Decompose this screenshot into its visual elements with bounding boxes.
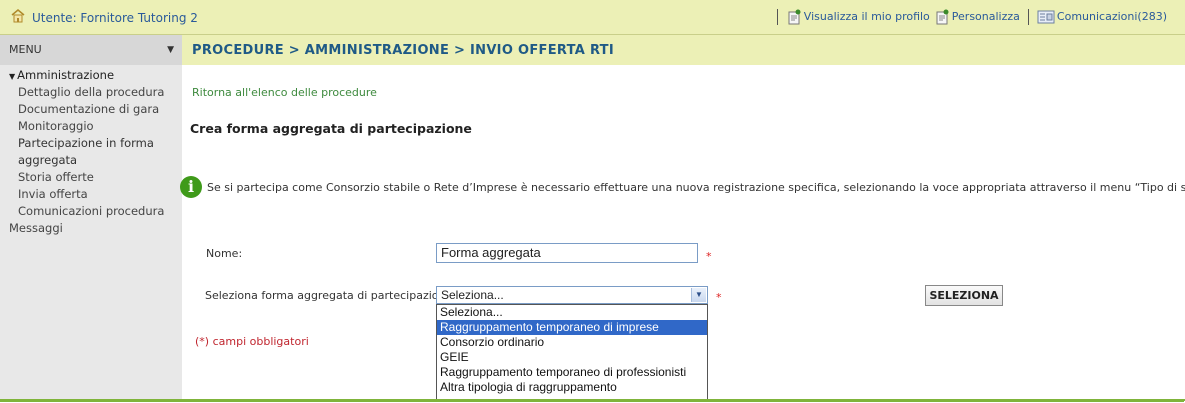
sidebar-item-messaggi[interactable]: Messaggi — [0, 220, 182, 237]
breadcrumb: PROCEDURE > AMMINISTRAZIONE > INVIO OFFE… — [192, 43, 614, 58]
sidebar-section-label: Amministrazione — [17, 68, 115, 82]
divider — [1027, 9, 1029, 25]
name-input[interactable]: Forma aggregata — [436, 243, 698, 263]
breadcrumb-bar: PROCEDURE > AMMINISTRAZIONE > INVIO OFFE… — [182, 35, 1185, 65]
sidebar-menu: ▼ Amministrazione Dettaglio della procedu… — [0, 65, 182, 237]
select-label: Seleziona forma aggregata di partecipazi… — [205, 289, 456, 302]
select-button[interactable]: SELEZIONA — [925, 285, 1003, 306]
top-bar: Utente: Fornitore Tutoring 2 Visualizza … — [0, 0, 1185, 35]
messages-link[interactable]: Comunicazioni(283) — [1037, 9, 1167, 25]
profile-link-label: Visualizza il mio profilo — [803, 10, 930, 23]
page-title: Crea forma aggregata di partecipazione — [190, 121, 472, 136]
menu-header[interactable]: MENU ▼ — [0, 35, 182, 65]
user-label: Utente: Fornitore Tutoring 2 — [32, 11, 198, 25]
customize-icon — [936, 9, 949, 25]
customize-link[interactable]: Personalizza — [934, 9, 1020, 25]
divider — [776, 9, 778, 25]
sidebar-item-monitoraggio[interactable]: Monitoraggio — [0, 118, 182, 135]
info-icon: i — [180, 176, 202, 198]
aggregate-form-dropdown[interactable]: Seleziona... Raggruppamento temporaneo d… — [436, 304, 708, 401]
bottom-border — [0, 399, 1185, 401]
dropdown-option[interactable]: Seleziona... — [437, 305, 707, 320]
mail-icon — [1037, 10, 1055, 24]
sidebar: MENU ▼ ▼ Amministrazione Dettaglio della … — [0, 35, 182, 401]
profile-link[interactable]: Visualizza il mio profilo — [786, 9, 930, 25]
messages-link-label: Comunicazioni(283) — [1056, 10, 1167, 23]
dropdown-option-highlighted[interactable]: Raggruppamento temporaneo di imprese — [437, 320, 707, 335]
back-to-procedures-link[interactable]: Ritorna all'elenco delle procedure — [192, 86, 377, 99]
sidebar-section-amministrazione[interactable]: ▼ Amministrazione — [0, 68, 182, 84]
dropdown-option[interactable]: Consorzio ordinario — [437, 335, 707, 350]
dropdown-option[interactable]: Raggruppamento temporaneo di professioni… — [437, 365, 707, 380]
aggregate-form-select[interactable]: Seleziona... ▼ — [436, 286, 708, 304]
top-links: Visualizza il mio profilo Personalizza C… — [769, 9, 1167, 25]
customize-link-label: Personalizza — [951, 10, 1020, 23]
mandatory-fields-note: (*) campi obbligatori — [195, 335, 309, 348]
info-message: i Se si partecipa come Consorzio stabile… — [180, 174, 1185, 200]
required-marker: * — [706, 250, 712, 263]
sidebar-item-documentazione[interactable]: Documentazione di gara — [0, 101, 182, 118]
menu-title: MENU — [9, 43, 42, 56]
chevron-down-icon[interactable]: ▼ — [691, 288, 706, 302]
user-icon — [10, 8, 26, 28]
sidebar-item-partecipazione[interactable]: Partecipazione in forma — [0, 135, 182, 152]
profile-icon — [788, 9, 801, 25]
sidebar-item-dettaglio[interactable]: Dettaglio della procedura — [0, 84, 182, 101]
required-marker: * — [716, 291, 722, 304]
dropdown-option[interactable]: Altra tipologia di raggruppamento — [437, 380, 707, 395]
sidebar-item-partecipazione-cont[interactable]: aggregata — [0, 152, 182, 169]
select-value: Seleziona... — [441, 288, 504, 302]
sidebar-item-comunicazioni[interactable]: Comunicazioni procedura — [0, 203, 182, 220]
expand-triangle-icon: ▼ — [9, 72, 16, 81]
dropdown-option[interactable]: GEIE — [437, 350, 707, 365]
sidebar-item-invia-offerta[interactable]: Invia offerta — [0, 186, 182, 203]
info-text: Se si partecipa come Consorzio stabile o… — [207, 180, 1185, 194]
name-label: Nome: — [206, 247, 243, 260]
chevron-down-icon[interactable]: ▼ — [167, 35, 174, 65]
sidebar-item-storia-offerte[interactable]: Storia offerte — [0, 169, 182, 186]
user-info: Utente: Fornitore Tutoring 2 — [10, 8, 198, 28]
